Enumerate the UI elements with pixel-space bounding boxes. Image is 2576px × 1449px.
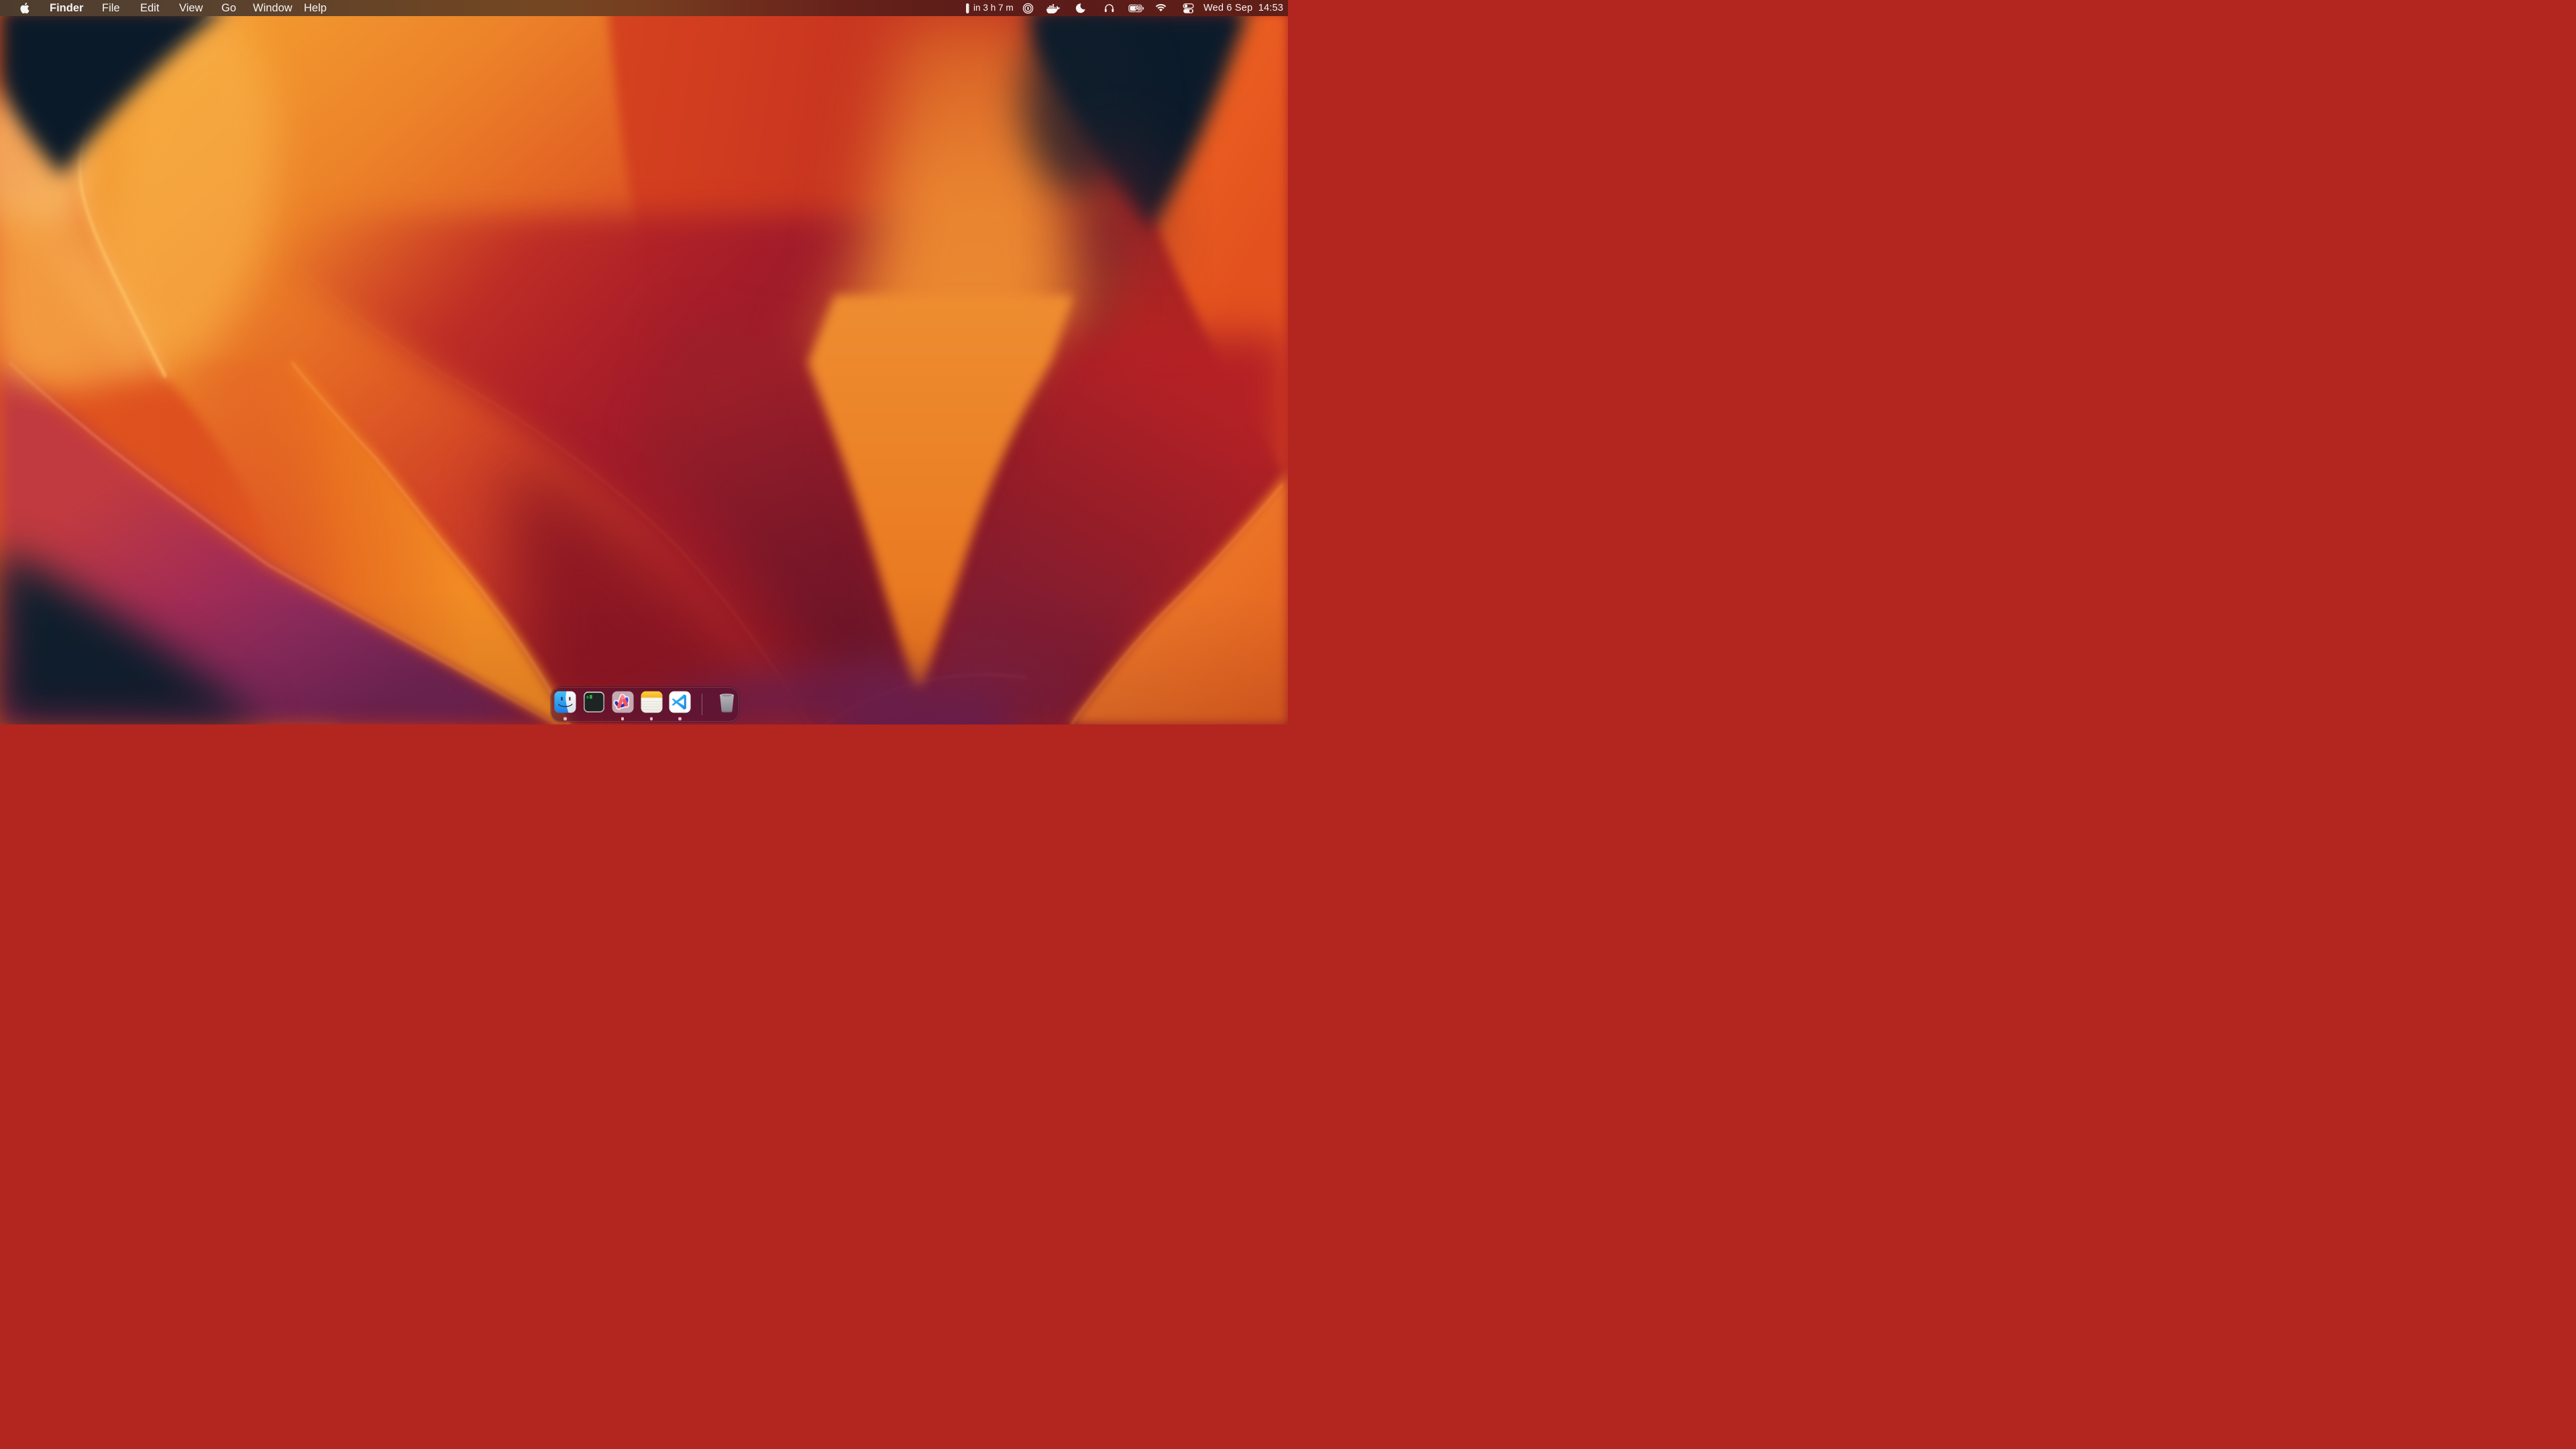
svg-text:$: $ xyxy=(586,695,589,700)
